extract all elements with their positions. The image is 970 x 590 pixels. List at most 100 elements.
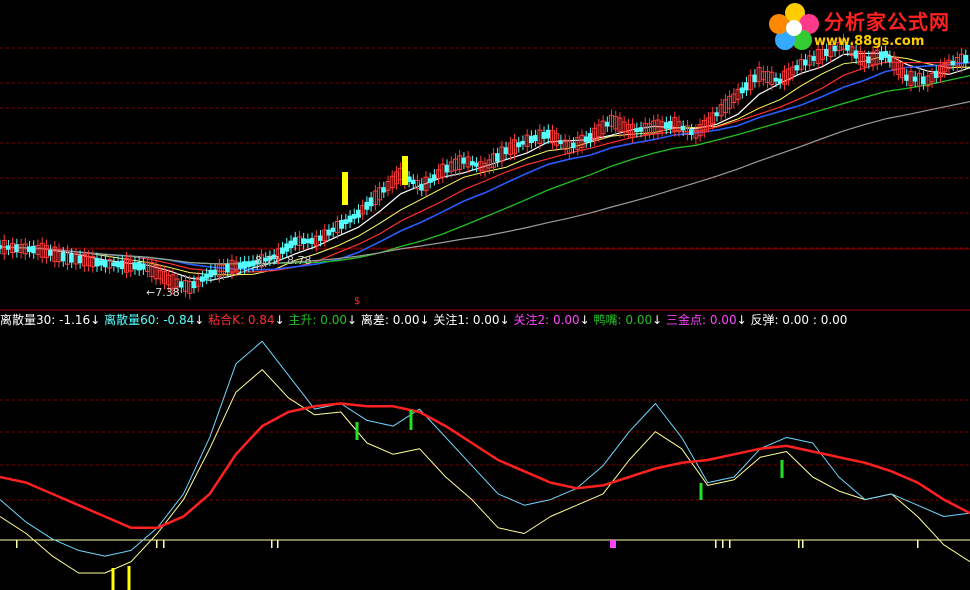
candle-body	[419, 183, 425, 191]
candle-body	[474, 162, 480, 167]
candle-body	[14, 244, 20, 253]
candle-body	[212, 269, 218, 275]
candle-body	[292, 237, 298, 246]
candle-body	[680, 125, 686, 131]
candle-body	[604, 121, 610, 127]
legend-item: 离散量60: -0.84	[104, 313, 195, 327]
legend-item: 关注1: 0.00	[433, 313, 500, 327]
candle-body	[381, 187, 387, 193]
candle-body	[77, 255, 83, 264]
candle-body	[48, 250, 54, 256]
legend-item: 关注2: 0.00	[513, 313, 580, 327]
tick-mark	[163, 540, 165, 548]
candle-body	[246, 261, 252, 268]
candle-body	[368, 197, 374, 207]
candle-body	[355, 209, 361, 218]
candle-body	[777, 78, 783, 84]
candle-body	[242, 261, 248, 269]
candle-body	[794, 65, 800, 71]
candle-body	[280, 247, 286, 254]
candle-body	[444, 164, 450, 173]
ma120-line	[0, 101, 970, 265]
indicator-legend: 离散量30: -1.16↓ 离散量60: -0.84↓ 粘合K: 0.84↓ 主…	[0, 311, 847, 329]
candle-body	[739, 87, 745, 94]
highlight-candle	[342, 172, 348, 205]
candle-body	[309, 238, 315, 244]
dollar-marker: $	[354, 296, 361, 307]
candle-body	[933, 70, 939, 78]
candle-body	[237, 262, 243, 269]
legend-arrow-icon: ↓	[274, 313, 289, 327]
candle-body	[351, 214, 357, 219]
signal-bar	[699, 483, 703, 500]
candle-body	[887, 56, 893, 63]
legend-arrow-icon: ↓	[347, 313, 361, 327]
tick-mark	[277, 540, 279, 548]
indicator-panel	[0, 340, 970, 574]
candle-body	[427, 178, 433, 183]
candle-body	[495, 153, 501, 162]
tick-mark	[729, 540, 731, 548]
tick-mark	[16, 540, 18, 548]
candle-body	[431, 174, 437, 181]
legend-item: 离差: 0.00	[360, 313, 420, 327]
candle-body	[963, 55, 969, 64]
legend-item: 主升: 0.00	[288, 313, 348, 327]
candle-body	[225, 263, 231, 273]
candle-body	[204, 273, 210, 279]
candle-body	[541, 132, 547, 139]
indicator-line-2	[0, 402, 970, 530]
yellow-signal-bar	[111, 568, 115, 590]
candle-body	[634, 128, 640, 133]
candle-body	[571, 142, 577, 149]
candle-body	[178, 281, 184, 288]
candle-body	[347, 215, 353, 223]
signal-bar	[409, 410, 413, 430]
candle-body	[111, 262, 117, 266]
candle-body	[115, 261, 121, 268]
logo-url: www.88gs.com	[814, 34, 925, 49]
candle-body	[689, 129, 695, 135]
candle-body	[284, 243, 290, 252]
highlight-candle	[402, 156, 408, 185]
candle-body	[31, 245, 37, 254]
legend-item: 粘合K: 0.84	[208, 313, 275, 327]
candle-body	[5, 245, 11, 250]
candle-body	[301, 238, 307, 244]
legend-arrow-icon: ↓	[194, 313, 209, 327]
legend-arrow-icon: ↓	[736, 313, 751, 327]
candle-body	[516, 142, 522, 148]
tick-mark	[802, 540, 804, 548]
candle-body	[132, 262, 138, 270]
indicator-line-1	[0, 340, 970, 557]
tick-mark	[722, 540, 724, 548]
candle-body	[528, 135, 534, 144]
candle-body	[461, 157, 467, 164]
candle-body	[199, 276, 205, 282]
candle-body	[752, 74, 758, 83]
tick-mark	[715, 540, 717, 548]
candle-body	[558, 140, 564, 145]
candle-body	[326, 229, 332, 236]
tick-mark	[156, 540, 158, 548]
legend-item: 鸭嘴: 0.00	[593, 313, 653, 327]
candle-body	[583, 136, 589, 143]
candle-body	[866, 56, 872, 64]
candle-body	[663, 122, 669, 129]
candle-body	[343, 219, 349, 225]
candle-body	[288, 240, 294, 249]
candle-body	[714, 112, 720, 117]
legend-item: 三金点: 0.00	[666, 313, 737, 327]
candle-body	[364, 201, 370, 210]
candle-body	[98, 260, 104, 266]
candle-body	[545, 129, 551, 139]
legend-arrow-icon: ↓	[579, 313, 594, 327]
signal-bar	[355, 422, 359, 440]
candle-body	[60, 252, 66, 262]
candle-body	[136, 261, 142, 271]
candle-body	[912, 76, 918, 82]
candle-body	[533, 135, 539, 142]
tick-mark	[917, 540, 919, 548]
low-price-label: ←7.38	[146, 286, 180, 299]
candle-body	[921, 76, 927, 85]
